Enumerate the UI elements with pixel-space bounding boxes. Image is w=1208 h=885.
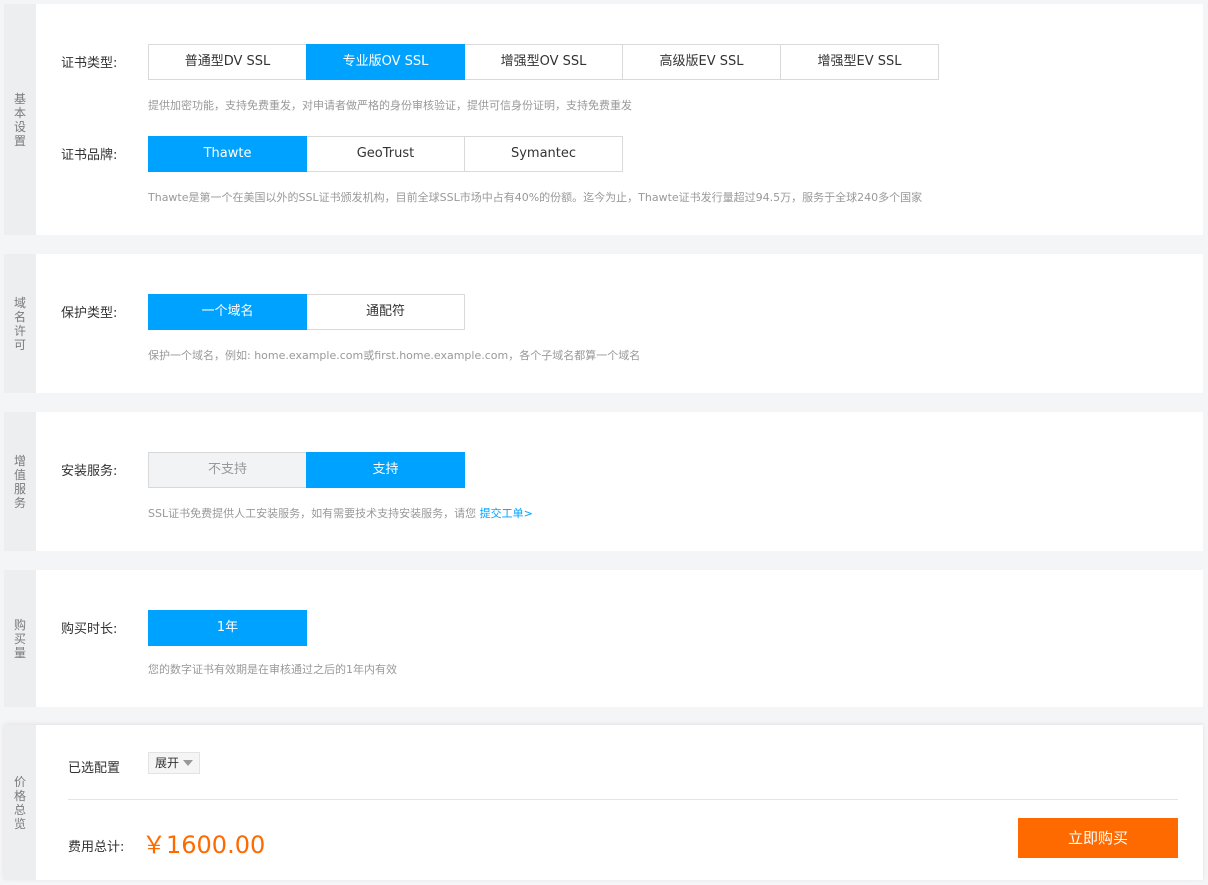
cert-type-description: 提供加密功能，支持免费重发，对申请者做严格的身份审核验证，提供可信身份证明，支持…: [148, 99, 632, 112]
section-label-domain: 域名许可: [4, 254, 36, 393]
cert-type-ev-enhanced[interactable]: 增强型EV SSL: [780, 44, 939, 80]
buy-now-button[interactable]: 立即购买: [1018, 818, 1178, 858]
total-price: ￥1600.00: [142, 831, 266, 859]
brand-options: Thawte GeoTrust Symantec: [148, 136, 623, 172]
total-cost-label: 费用总计:: [68, 840, 125, 855]
price-summary-section: 价格总览 已选配置 展开 费用总计: ￥1600.00 立即购买: [4, 725, 1203, 880]
install-not-supported[interactable]: 不支持: [148, 452, 307, 488]
selected-config-label: 已选配置: [68, 761, 121, 776]
protect-type-label: 保护类型:: [61, 306, 118, 321]
cert-type-ov-pro[interactable]: 专业版OV SSL: [306, 44, 465, 80]
install-service-label: 安装服务:: [61, 464, 118, 479]
install-service-description: SSL证书免费提供人工安装服务，如有需要技术支持安装服务，请您 提交工单>: [148, 505, 533, 521]
submit-ticket-link[interactable]: 提交工单>: [480, 507, 533, 520]
install-service-options: 不支持 支持: [148, 452, 465, 488]
expand-label: 展开: [155, 756, 180, 770]
brand-geotrust[interactable]: GeoTrust: [306, 136, 465, 172]
brand-description: Thawte是第一个在美国以外的SSL证书颁发机构，目前全球SSL市场中占有40…: [148, 191, 923, 204]
brand-label: 证书品牌:: [61, 148, 118, 163]
basic-settings-section: 基本设置 证书类型: 普通型DV SSL 专业版OV SSL 增强型OV SSL…: [4, 4, 1203, 235]
protect-type-options: 一个域名 通配符: [148, 294, 465, 330]
section-label-purchase: 购买量: [4, 570, 36, 707]
protect-type-description: 保护一个域名，例如: home.example.com或first.home.e…: [148, 349, 641, 362]
section-label-basic: 基本设置: [4, 4, 36, 235]
protect-single-domain[interactable]: 一个域名: [148, 294, 307, 330]
caret-down-icon: [183, 760, 194, 766]
expand-config-button[interactable]: 展开: [148, 752, 201, 774]
duration-description: 您的数字证书有效期是在审核通过之后的1年内有效: [148, 663, 397, 676]
value-added-section: 增值服务 安装服务: 不支持 支持 SSL证书免费提供人工安装服务，如有需要技术…: [4, 412, 1203, 551]
cert-type-ev-advanced[interactable]: 高级版EV SSL: [622, 44, 781, 80]
cert-type-options: 普通型DV SSL 专业版OV SSL 增强型OV SSL 高级版EV SSL …: [148, 44, 939, 80]
install-desc-text: SSL证书免费提供人工安装服务，如有需要技术支持安装服务，请您: [148, 507, 477, 520]
install-supported[interactable]: 支持: [306, 452, 465, 488]
summary-divider: [68, 799, 1178, 800]
domain-license-section: 域名许可 保护类型: 一个域名 通配符 保护一个域名，例如: home.exam…: [4, 254, 1203, 393]
cert-type-dv[interactable]: 普通型DV SSL: [148, 44, 307, 80]
cert-type-ov-enhanced[interactable]: 增强型OV SSL: [464, 44, 623, 80]
section-label-value-added: 增值服务: [4, 412, 36, 551]
cert-type-label: 证书类型:: [61, 56, 118, 71]
brand-symantec[interactable]: Symantec: [464, 136, 623, 172]
duration-label: 购买时长:: [61, 622, 118, 637]
protect-wildcard[interactable]: 通配符: [306, 294, 465, 330]
duration-options: 1年: [148, 610, 307, 646]
section-label-summary: 价格总览: [4, 725, 36, 880]
brand-thawte[interactable]: Thawte: [148, 136, 307, 172]
duration-1-year[interactable]: 1年: [148, 610, 307, 646]
purchase-section: 购买量 购买时长: 1年 您的数字证书有效期是在审核通过之后的1年内有效: [4, 570, 1203, 707]
